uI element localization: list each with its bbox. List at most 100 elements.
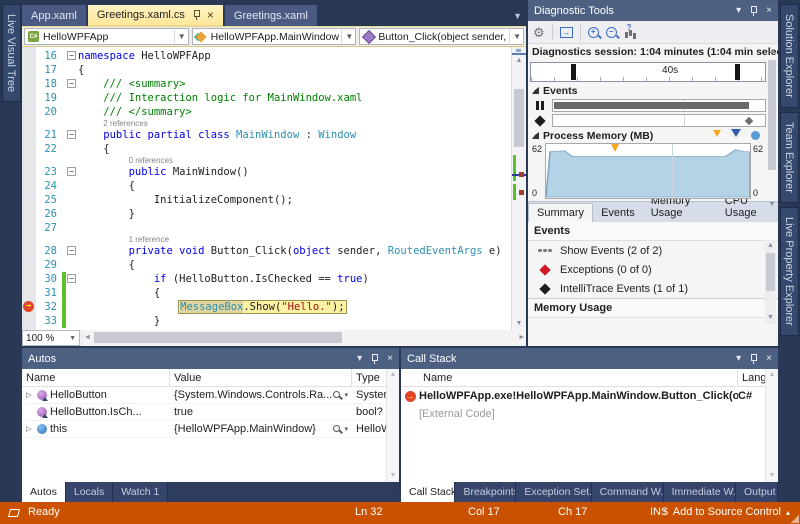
breakpoint-margin[interactable] bbox=[22, 235, 36, 244]
breakpoint-margin[interactable] bbox=[22, 77, 36, 91]
summary-item-intellitrace-events[interactable]: IntelliTrace Events (1 of 1) bbox=[528, 279, 778, 298]
autos-titlebar[interactable]: Autos ▾ × bbox=[22, 348, 399, 369]
scroll-up-icon[interactable]: ▲ bbox=[767, 46, 777, 58]
export-icon[interactable]: → bbox=[559, 26, 573, 38]
call-stack-row[interactable]: → HelloWPFApp.exe!HelloWPFApp.MainWindow.… bbox=[401, 387, 778, 405]
outline-margin[interactable] bbox=[66, 258, 78, 272]
code-text[interactable]: public MainWindow() bbox=[78, 165, 511, 179]
outline-margin[interactable]: − bbox=[66, 77, 78, 91]
breakpoint-margin[interactable] bbox=[22, 119, 36, 128]
value-inspect-button[interactable]: ▾ bbox=[333, 421, 348, 438]
code-text[interactable]: if (HelloButton.IsChecked == true) bbox=[78, 272, 511, 286]
close-icon[interactable]: × bbox=[387, 353, 393, 364]
code-text[interactable]: /// </summary> bbox=[78, 105, 511, 119]
breakpoint-margin[interactable] bbox=[22, 193, 36, 207]
scroll-up-icon[interactable]: ▲ bbox=[766, 369, 778, 381]
scroll-left-icon[interactable]: ◄ bbox=[84, 332, 91, 344]
code-text[interactable]: 1 reference bbox=[78, 235, 511, 244]
code-text[interactable]: private void Button_Click(object sender,… bbox=[78, 244, 511, 258]
chart-options-icon[interactable] bbox=[624, 23, 636, 38]
collapse-box[interactable]: − bbox=[67, 167, 76, 176]
tab-watch-1[interactable]: Watch 1 bbox=[113, 482, 169, 502]
breakpoint-margin[interactable] bbox=[22, 244, 36, 258]
autos-row-hellobutton-isch[interactable]: HelloButton.IsCh... true bool? bbox=[22, 404, 399, 421]
summary-item-show-events[interactable]: Show Events (2 of 2) bbox=[528, 241, 778, 260]
timeline-range-end-marker[interactable] bbox=[734, 64, 740, 80]
breakpoint-margin[interactable] bbox=[22, 156, 36, 165]
editor-horizontal-scrollbar[interactable]: ◄ ► bbox=[84, 330, 526, 346]
code-text[interactable]: MessageBox.Show("Hello."); bbox=[78, 300, 511, 314]
outline-margin[interactable] bbox=[66, 193, 78, 207]
editor-vertical-scrollbar[interactable]: ▲ ▼ bbox=[511, 47, 526, 330]
summary-scrollbar[interactable]: ▲ ▼ bbox=[765, 240, 776, 324]
tab-greetings-xaml-cs[interactable]: Greetings.xaml.cs × bbox=[87, 5, 223, 26]
settings-icon[interactable]: ⚙ bbox=[533, 26, 545, 39]
window-position-icon[interactable]: ▾ bbox=[357, 353, 362, 364]
codelens-label[interactable]: 1 reference bbox=[129, 235, 169, 244]
expander-icon[interactable]: ▷ bbox=[26, 421, 34, 438]
tab-exception-set[interactable]: Exception Set... bbox=[516, 482, 592, 502]
collapse-box[interactable]: − bbox=[67, 274, 76, 283]
codelens-label[interactable]: 2 references bbox=[103, 119, 147, 128]
breakpoint-margin[interactable] bbox=[22, 142, 36, 156]
outline-margin[interactable] bbox=[66, 63, 78, 77]
project-dropdown[interactable]: C# HelloWPFApp ▼ bbox=[24, 28, 189, 45]
code-text[interactable] bbox=[78, 221, 511, 235]
zoom-in-icon[interactable]: + bbox=[587, 26, 599, 38]
outline-margin[interactable] bbox=[66, 119, 78, 128]
outline-margin[interactable] bbox=[66, 300, 78, 314]
pin-icon[interactable] bbox=[749, 5, 758, 16]
scrollbar-thumb[interactable] bbox=[514, 89, 524, 147]
breakpoint-margin[interactable] bbox=[22, 49, 36, 63]
tab-immediate-w[interactable]: Immediate W... bbox=[663, 482, 737, 502]
scrollbar-thumb[interactable] bbox=[766, 253, 775, 291]
autos-row-this[interactable]: ▷this{HelloWPFApp.MainWindow}▾HelloWPF..… bbox=[22, 421, 399, 438]
code-text[interactable]: { bbox=[78, 142, 511, 156]
window-position-icon[interactable]: ▾ bbox=[736, 5, 741, 16]
close-icon[interactable]: × bbox=[766, 5, 772, 16]
call-stack-row[interactable]: [External Code] bbox=[401, 405, 778, 423]
outline-margin[interactable]: − bbox=[66, 49, 78, 63]
breakpoint-margin[interactable] bbox=[22, 221, 36, 235]
outline-margin[interactable] bbox=[66, 235, 78, 244]
tab-greetings-xaml[interactable]: Greetings.xaml bbox=[224, 5, 317, 26]
code-text[interactable]: /// <summary> bbox=[78, 77, 511, 91]
process-memory-chart[interactable] bbox=[545, 143, 751, 199]
breakpoint-margin[interactable] bbox=[22, 165, 36, 179]
outline-margin[interactable] bbox=[66, 142, 78, 156]
code-editor[interactable]: 16− namespace HelloWPFApp 17{18−/// <summa… bbox=[22, 47, 526, 330]
outline-margin[interactable] bbox=[66, 314, 78, 328]
diag-tab-events[interactable]: Events bbox=[593, 204, 643, 222]
breakpoint-margin[interactable] bbox=[22, 272, 36, 286]
scroll-up-icon[interactable]: ▲ bbox=[765, 240, 776, 252]
add-to-source-control-button[interactable]: ↑ Add to Source Control ▴ bbox=[662, 506, 790, 518]
process-memory-header[interactable]: Process Memory (MB) bbox=[528, 128, 778, 143]
resize-grip[interactable] bbox=[791, 515, 799, 523]
summary-item-exceptions[interactable]: Exceptions (0 of 0) bbox=[528, 260, 778, 279]
pin-icon[interactable] bbox=[370, 353, 379, 364]
collapse-box[interactable]: − bbox=[67, 246, 76, 255]
code-text[interactable]: 0 references bbox=[78, 156, 511, 165]
scroll-down-icon[interactable]: ▼ bbox=[767, 199, 777, 211]
scroll-down-icon[interactable]: ▼ bbox=[766, 470, 778, 482]
outline-margin[interactable] bbox=[66, 179, 78, 193]
events-track[interactable] bbox=[552, 99, 766, 112]
outline-margin[interactable] bbox=[66, 221, 78, 235]
breakpoint-margin[interactable] bbox=[22, 286, 36, 300]
outline-margin[interactable] bbox=[66, 105, 78, 119]
timeline-ruler[interactable]: 40s bbox=[530, 62, 766, 82]
splitter-handle[interactable] bbox=[512, 47, 526, 55]
autos-row-hellobutton[interactable]: ▷ HelloButton {System.Windows.Controls.Ra.… bbox=[22, 387, 399, 404]
call-stack-titlebar[interactable]: Call Stack ▾ × bbox=[401, 348, 778, 369]
collapse-box[interactable]: − bbox=[67, 79, 76, 88]
timeline-range-start-marker[interactable] bbox=[570, 64, 576, 80]
close-icon[interactable]: × bbox=[207, 9, 214, 21]
tab-overflow-dropdown-icon[interactable]: ▼ bbox=[513, 11, 522, 21]
scroll-down-icon[interactable]: ▼ bbox=[512, 318, 526, 330]
outline-margin[interactable] bbox=[66, 207, 78, 221]
breakpoint-margin[interactable] bbox=[22, 63, 36, 77]
breakpoint-margin[interactable] bbox=[22, 314, 36, 328]
scroll-up-icon[interactable]: ▲ bbox=[387, 369, 399, 381]
intellitrace-track[interactable] bbox=[552, 114, 766, 127]
outline-margin[interactable]: − bbox=[66, 165, 78, 179]
